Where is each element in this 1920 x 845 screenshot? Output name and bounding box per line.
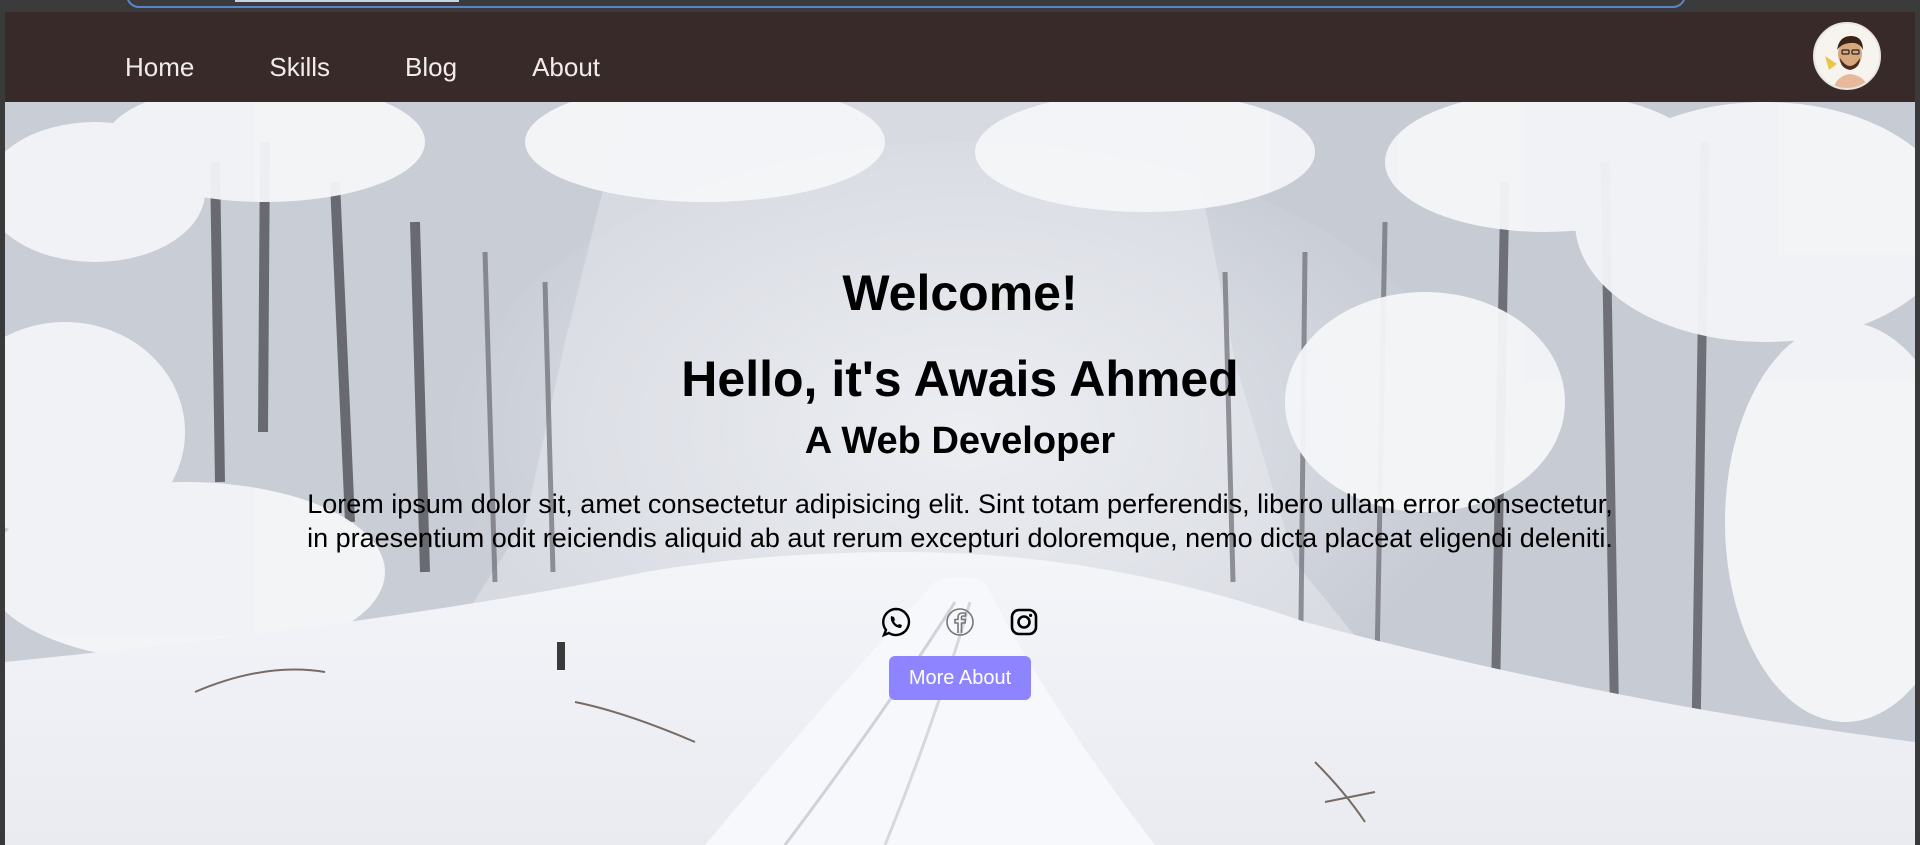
nav-link-about[interactable]: About	[532, 54, 600, 80]
navbar: Home Skills Blog About	[5, 12, 1915, 102]
page: Home Skills Blog About Welcome! Hello, i…	[5, 12, 1915, 845]
role-heading: A Web Developer	[804, 420, 1116, 462]
avatar[interactable]	[1813, 22, 1881, 90]
whatsapp-icon[interactable]	[880, 606, 912, 638]
welcome-heading: Welcome!	[842, 265, 1078, 321]
instagram-icon[interactable]	[1008, 606, 1040, 638]
text-selection	[235, 0, 459, 2]
greeting-heading: Hello, it's Awais Ahmed	[681, 351, 1239, 407]
facebook-icon[interactable]	[944, 606, 976, 638]
social-links	[5, 606, 1915, 638]
intro-paragraph: Lorem ipsum dolor sit, amet consectetur …	[307, 489, 1613, 553]
more-about-button[interactable]: More About	[889, 656, 1031, 700]
browser-top-strip	[0, 0, 1920, 12]
nav-link-home[interactable]: Home	[125, 54, 194, 80]
nav-links: Home Skills Blog About	[125, 54, 600, 80]
hero-section: Welcome! Hello, it's Awais Ahmed A Web D…	[5, 102, 1915, 845]
snowy-forest-background	[5, 102, 1915, 845]
nav-link-skills[interactable]: Skills	[269, 54, 330, 80]
user-avatar-icon	[1815, 24, 1879, 88]
nav-link-blog[interactable]: Blog	[405, 54, 457, 80]
